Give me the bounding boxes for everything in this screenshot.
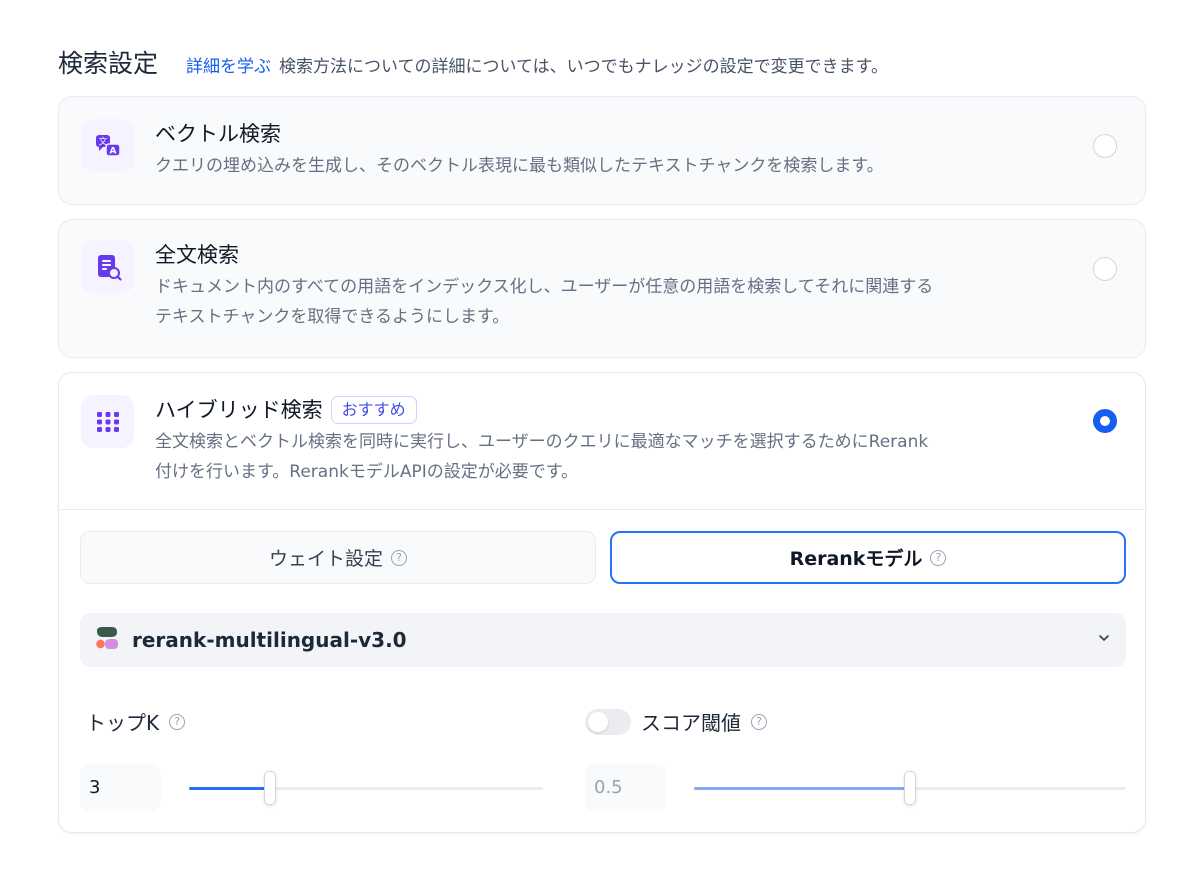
retrieval-settings: 検索設定 詳細を学ぶ 検索方法についての詳細については、いつでもナレッジの設定で… [0, 0, 1200, 873]
top-k-slider-fill [189, 787, 271, 790]
top-k-label: トップK ? [86, 707, 186, 736]
fulltext-search-description-line1: ドキュメント内のすべての用語をインデックス化し、ユーザーが任意の用語を検索してそ… [155, 277, 934, 297]
help-icon[interactable]: ? [751, 713, 767, 730]
top-k-slider[interactable] [189, 771, 543, 805]
score-threshold-slider-thumb[interactable] [904, 771, 916, 805]
hybrid-search-description-line1: 全文検索とベクトル検索を同時に実行し、ユーザーのクエリに最適なマッチを選択するた… [155, 432, 929, 452]
section-title: 検索設定 [58, 49, 159, 78]
vector-search-description: クエリの埋め込みを生成し、そのベクトル表現に最も類似したテキストチャンクを検索し… [155, 156, 884, 176]
section-description: 検索方法についての詳細については、いつでもナレッジの設定で変更できます。 [279, 57, 888, 77]
top-k-input[interactable]: 3 [80, 764, 161, 811]
tab-rerank-model-label: Rerankモデル [789, 548, 923, 570]
top-k-label-text: トップK [86, 711, 160, 735]
fulltext-search-option[interactable]: 全文検索 ドキュメント内のすべての用語をインデックス化し、ユーザーが任意の用語を… [58, 219, 1146, 358]
score-threshold-input[interactable]: 0.5 [585, 764, 666, 811]
vector-search-radio[interactable] [1093, 134, 1117, 158]
chevron-down-icon [1096, 630, 1112, 650]
divider [59, 509, 1145, 510]
hybrid-search-radio[interactable] [1093, 409, 1117, 433]
score-threshold-toggle[interactable] [585, 708, 631, 735]
hybrid-search-description-line2: 付けを行います。RerankモデルAPIの設定が必要です。 [155, 462, 579, 482]
recommended-badge: おすすめ [330, 396, 417, 424]
learn-more-link[interactable]: 詳細を学ぶ [186, 52, 271, 77]
fulltext-search-description: ドキュメント内のすべての用語をインデックス化し、ユーザーが任意の用語を検索してそ… [155, 272, 1075, 332]
score-threshold-slider[interactable] [694, 771, 1126, 805]
toggle-knob [588, 711, 608, 732]
fulltext-search-radio[interactable] [1093, 257, 1117, 281]
hybrid-search-option[interactable]: ハイブリッド検索 おすすめ 全文検索とベクトル検索を同時に実行し、ユーザーのクエ… [58, 372, 1146, 833]
score-threshold-slider-fill [694, 787, 910, 790]
vector-search-title: ベクトル検索 [155, 122, 281, 146]
hybrid-search-title: ハイブリッド検索 [155, 398, 323, 422]
score-threshold-label: スコア閾値 ? [585, 707, 767, 736]
rerank-model-name: rerank-multilingual-v3.0 [132, 628, 407, 652]
model-provider-logo-icon [94, 625, 120, 655]
fulltext-search-title: 全文検索 [155, 243, 239, 267]
vector-search-option[interactable]: 文 A ベクトル検索 クエリの埋め込みを生成し、そのベクトル表現に最も類似したテ… [58, 96, 1146, 205]
top-k-slider-thumb[interactable] [264, 771, 277, 805]
rerank-model-select[interactable]: rerank-multilingual-v3.0 [80, 613, 1126, 667]
help-icon[interactable]: ? [391, 549, 407, 566]
tab-weight-settings[interactable]: ウェイト設定 ? [80, 531, 596, 584]
fulltext-search-description-line2: テキストチャンクを取得できるようにします。 [155, 307, 510, 327]
help-icon[interactable]: ? [169, 713, 186, 730]
hybrid-search-description: 全文検索とベクトル検索を同時に実行し、ユーザーのクエリに最適なマッチを選択するた… [155, 427, 1075, 487]
score-threshold-label-text: スコア閾値 [641, 711, 741, 735]
help-icon[interactable]: ? [930, 549, 947, 566]
section-header: 検索設定 詳細を学ぶ 検索方法についての詳細については、いつでもナレッジの設定で… [58, 44, 888, 80]
tab-rerank-model[interactable]: Rerankモデル ? [610, 531, 1126, 584]
tab-weight-settings-label: ウェイト設定 [268, 548, 383, 570]
